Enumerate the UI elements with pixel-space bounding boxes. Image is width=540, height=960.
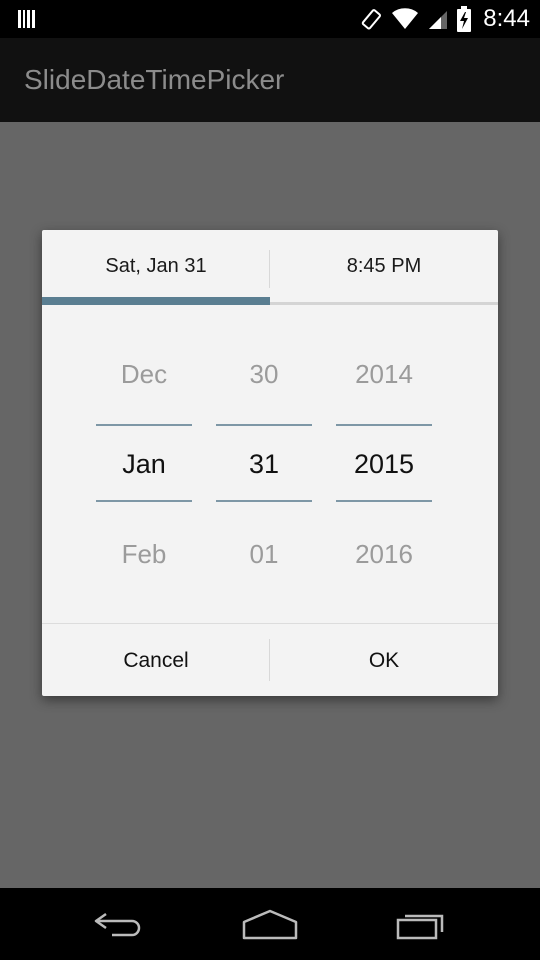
dialog-tabs: Sat, Jan 31 8:45 PM — [42, 230, 498, 306]
year-next[interactable]: 2016 — [336, 539, 432, 570]
date-picker: Dec Jan Feb 30 31 01 2014 2015 2016 — [42, 306, 498, 622]
cancel-button[interactable]: Cancel — [42, 624, 270, 697]
year-current[interactable]: 2015 — [336, 449, 432, 480]
date-time-dialog: Sat, Jan 31 8:45 PM Dec Jan Feb 30 31 01… — [42, 230, 498, 696]
day-selection-line-top — [216, 424, 312, 426]
ok-button[interactable]: OK — [270, 624, 498, 697]
day-next[interactable]: 01 — [216, 539, 312, 570]
tab-indicator — [42, 297, 270, 305]
battery-charging-icon — [457, 6, 472, 32]
dialog-buttons: Cancel OK — [42, 623, 498, 697]
signal-icon — [429, 11, 448, 29]
status-time: 8:44 — [483, 5, 530, 32]
back-button[interactable] — [80, 902, 160, 946]
day-picker[interactable]: 30 31 01 — [216, 306, 312, 622]
year-prev[interactable]: 2014 — [336, 359, 432, 390]
home-icon — [242, 909, 298, 940]
action-bar: SlideDateTimePicker — [0, 38, 540, 123]
day-current[interactable]: 31 — [216, 449, 312, 480]
recent-apps-icon — [396, 914, 444, 940]
year-selection-line-bottom — [336, 500, 432, 502]
day-selection-line-bottom — [216, 500, 312, 502]
wifi-icon — [392, 8, 419, 29]
year-selection-line-top — [336, 424, 432, 426]
tab-time[interactable]: 8:45 PM — [270, 230, 498, 302]
recent-apps-button[interactable] — [380, 902, 460, 946]
app-title: SlideDateTimePicker — [24, 64, 285, 95]
status-bar: 8:44 — [0, 0, 540, 38]
home-button[interactable] — [230, 902, 310, 946]
month-current[interactable]: Jan — [96, 449, 192, 480]
month-next[interactable]: Feb — [96, 539, 192, 570]
tab-date[interactable]: Sat, Jan 31 — [42, 230, 270, 302]
month-selection-line-top — [96, 424, 192, 426]
navigation-bar — [0, 888, 540, 960]
month-picker[interactable]: Dec Jan Feb — [96, 306, 192, 622]
barcode-icon — [18, 10, 35, 28]
rotate-icon — [362, 9, 382, 30]
back-icon — [94, 912, 141, 937]
year-picker[interactable]: 2014 2015 2016 — [336, 306, 432, 622]
month-prev[interactable]: Dec — [96, 359, 192, 390]
day-prev[interactable]: 30 — [216, 359, 312, 390]
month-selection-line-bottom — [96, 500, 192, 502]
